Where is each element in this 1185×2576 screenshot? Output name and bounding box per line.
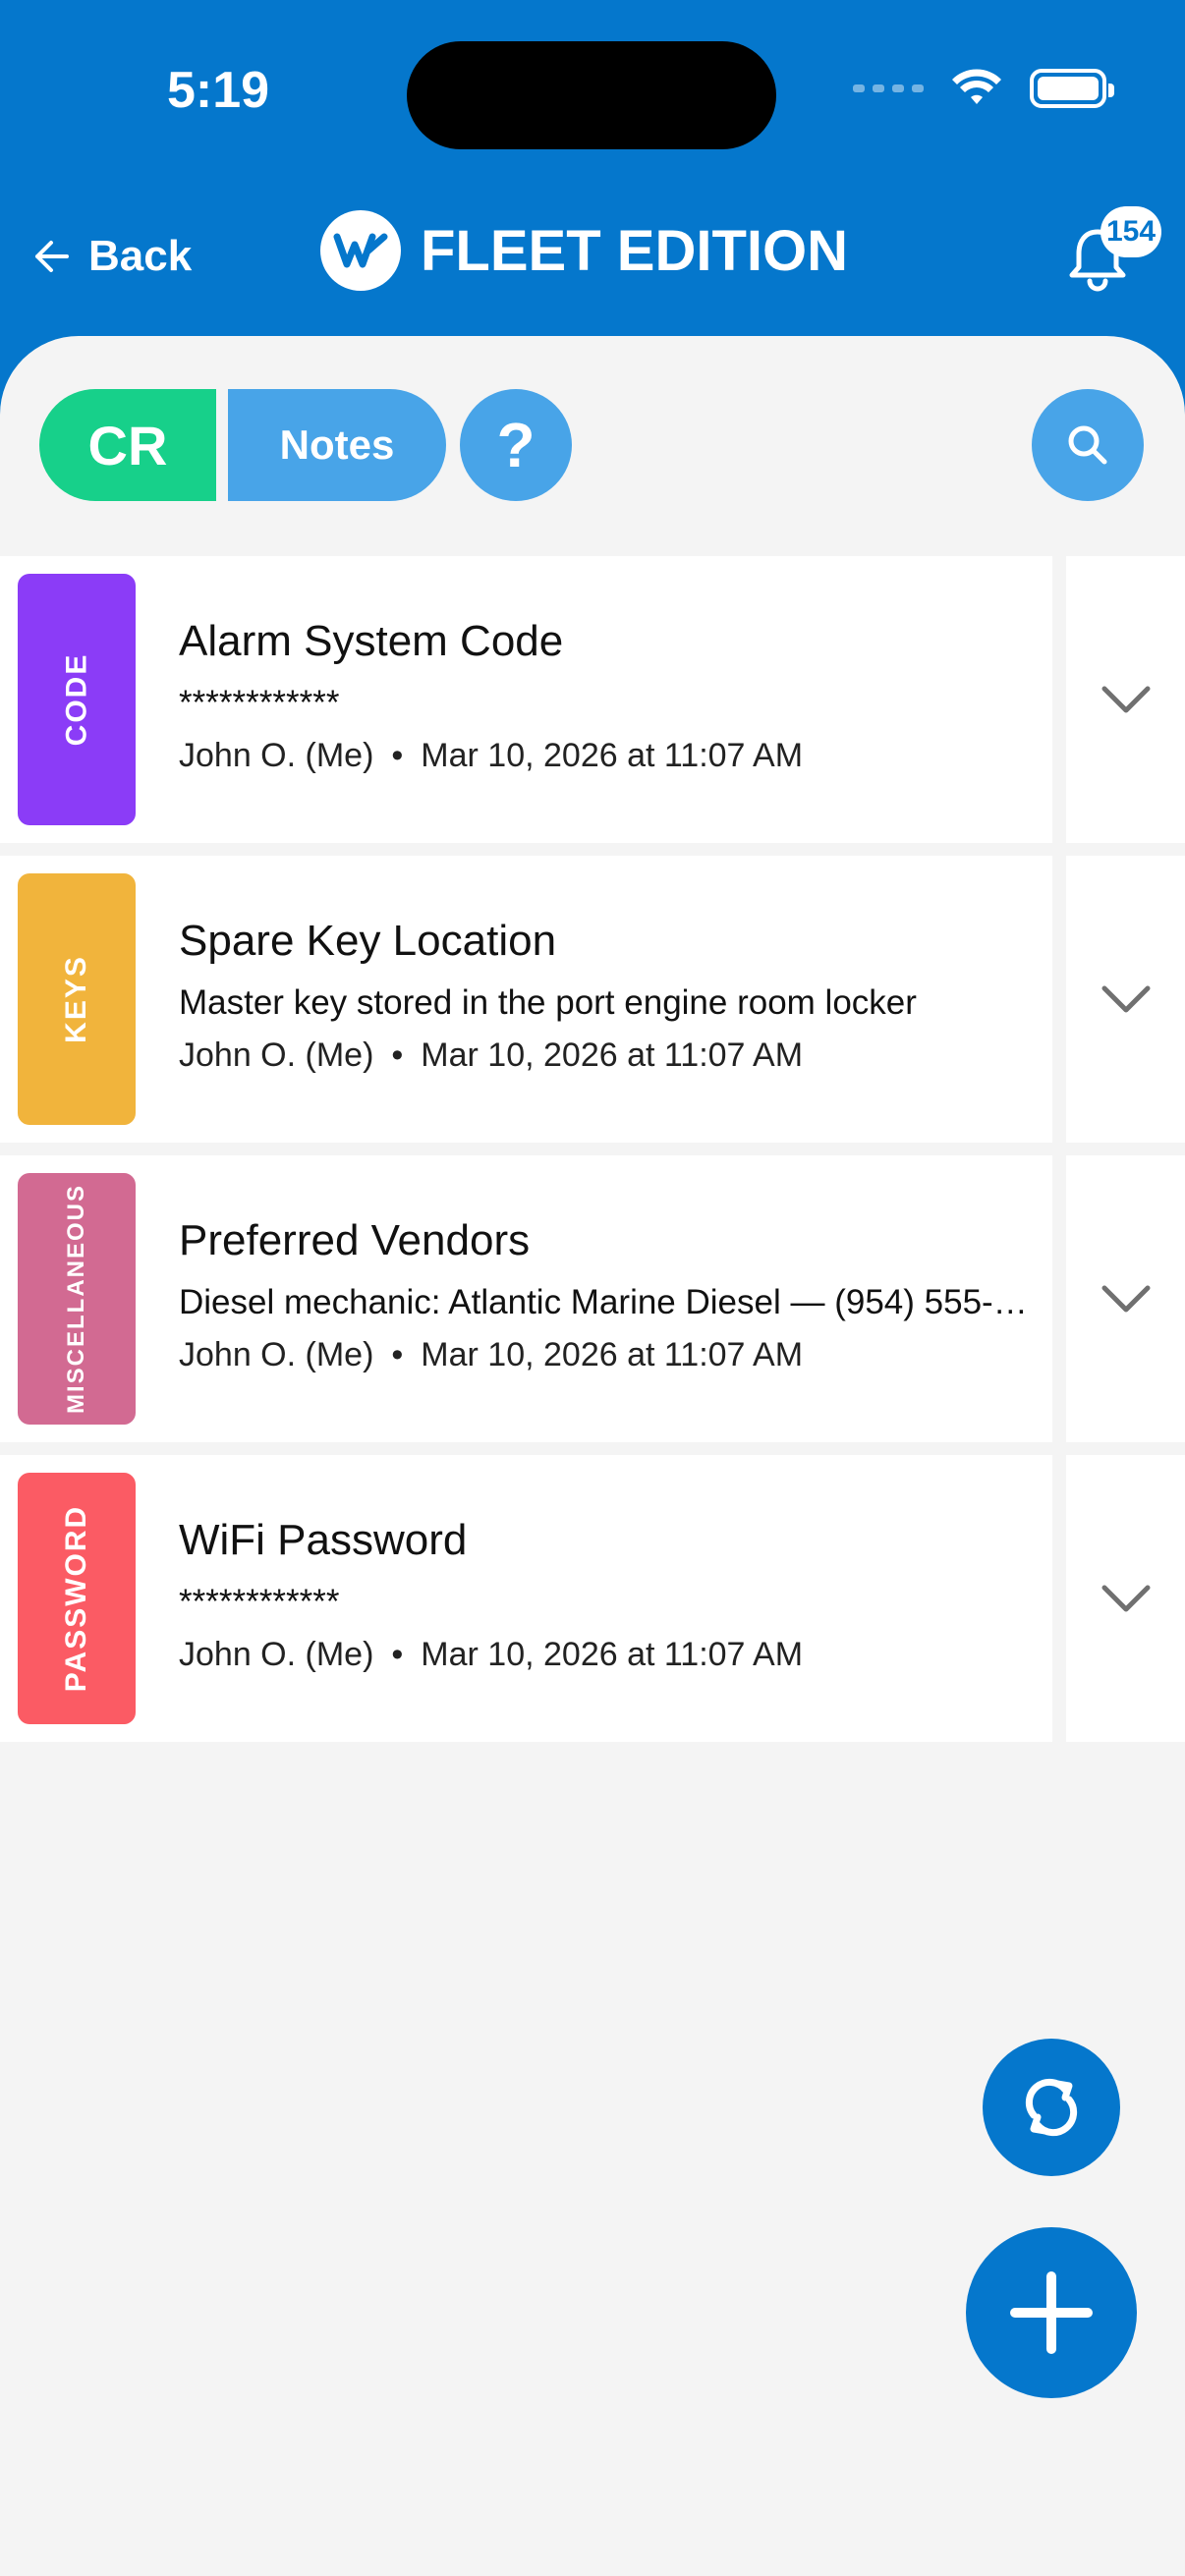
chevron-down-icon [1101, 686, 1150, 713]
brand-name: FLEET EDITION [421, 218, 848, 283]
note-preview: Master key stored in the port engine roo… [179, 983, 917, 1022]
refresh-button[interactable] [983, 2039, 1120, 2176]
expand-button[interactable] [1066, 856, 1185, 1143]
note-date: Mar 10, 2026 at 11:07 AM [421, 1636, 804, 1673]
note-date: Mar 10, 2026 at 11:07 AM [421, 737, 804, 774]
note-meta: John O. (Me) • Mar 10, 2026 at 11:07 AM [179, 1036, 804, 1074]
search-button[interactable] [1032, 389, 1144, 501]
note-author: John O. (Me) [179, 1636, 374, 1673]
note-meta: John O. (Me) • Mar 10, 2026 at 11:07 AM [179, 737, 804, 774]
fleet-logo-icon [320, 210, 401, 291]
chevron-down-icon [1101, 1585, 1150, 1612]
wifi-icon [952, 69, 1001, 104]
status-icons [853, 69, 1114, 108]
chevron-down-icon [1101, 985, 1150, 1013]
refresh-icon [1025, 2078, 1078, 2137]
cellular-icon [853, 84, 924, 92]
note-card[interactable]: CODE Alarm System Code ************ John… [0, 556, 1052, 843]
expand-button[interactable] [1066, 1455, 1185, 1742]
back-button[interactable]: Back [31, 232, 192, 281]
note-date: Mar 10, 2026 at 11:07 AM [421, 1036, 804, 1074]
note-meta: John O. (Me) • Mar 10, 2026 at 11:07 AM [179, 1636, 804, 1673]
battery-icon [1030, 69, 1114, 108]
note-title: Alarm System Code [179, 617, 564, 665]
note-author: John O. (Me) [179, 1036, 374, 1074]
note-card[interactable]: KEYS Spare Key Location Master key store… [0, 856, 1052, 1143]
category-tag-label: CODE [60, 652, 92, 747]
note-preview: ************ [179, 1583, 340, 1621]
note-preview: ************ [179, 684, 340, 722]
list-item[interactable]: KEYS Spare Key Location Master key store… [0, 856, 1185, 1143]
plus-icon [1010, 2271, 1093, 2354]
list-item[interactable]: CODE Alarm System Code ************ John… [0, 556, 1185, 843]
notes-button[interactable]: Notes [228, 389, 446, 501]
category-tag: KEYS [18, 873, 136, 1125]
chevron-down-icon [1101, 1285, 1150, 1313]
list-item[interactable]: PASSWORD WiFi Password ************ John… [0, 1455, 1185, 1742]
brand: FLEET EDITION [320, 210, 848, 291]
arrow-left-icon [35, 241, 69, 272]
category-tag-label: MISCELLANEOUS [63, 1183, 90, 1415]
note-author: John O. (Me) [179, 737, 374, 774]
category-tag: CODE [18, 574, 136, 825]
cr-button[interactable]: CR [39, 389, 216, 501]
note-card[interactable]: PASSWORD WiFi Password ************ John… [0, 1455, 1052, 1742]
add-note-button[interactable] [966, 2227, 1137, 2398]
category-tag: PASSWORD [18, 1473, 136, 1724]
note-title: Preferred Vendors [179, 1216, 531, 1264]
expand-button[interactable] [1066, 1155, 1185, 1442]
note-title: WiFi Password [179, 1516, 468, 1564]
note-meta: John O. (Me) • Mar 10, 2026 at 11:07 AM [179, 1336, 804, 1373]
category-tag-label: KEYS [59, 955, 92, 1043]
status-time: 5:19 [167, 62, 270, 119]
note-card[interactable]: MISCELLANEOUS Preferred Vendors Diesel m… [0, 1155, 1052, 1442]
note-title: Spare Key Location [179, 917, 557, 965]
filter-toolbar: CR Notes ? [39, 389, 572, 501]
search-icon [1068, 425, 1107, 465]
note-preview: Diesel mechanic: Atlantic Marine Diesel … [179, 1283, 1032, 1321]
note-date: Mar 10, 2026 at 11:07 AM [421, 1336, 804, 1373]
help-button[interactable]: ? [460, 389, 572, 501]
dynamic-island [407, 41, 776, 149]
notification-badge: 154 [1100, 206, 1162, 257]
note-author: John O. (Me) [179, 1336, 374, 1373]
category-tag: MISCELLANEOUS [18, 1173, 136, 1425]
notes-list: CODE Alarm System Code ************ John… [0, 556, 1185, 1755]
category-tag-label: PASSWORD [60, 1504, 93, 1693]
list-item[interactable]: MISCELLANEOUS Preferred Vendors Diesel m… [0, 1155, 1185, 1442]
back-label: Back [88, 232, 193, 280]
expand-button[interactable] [1066, 556, 1185, 843]
